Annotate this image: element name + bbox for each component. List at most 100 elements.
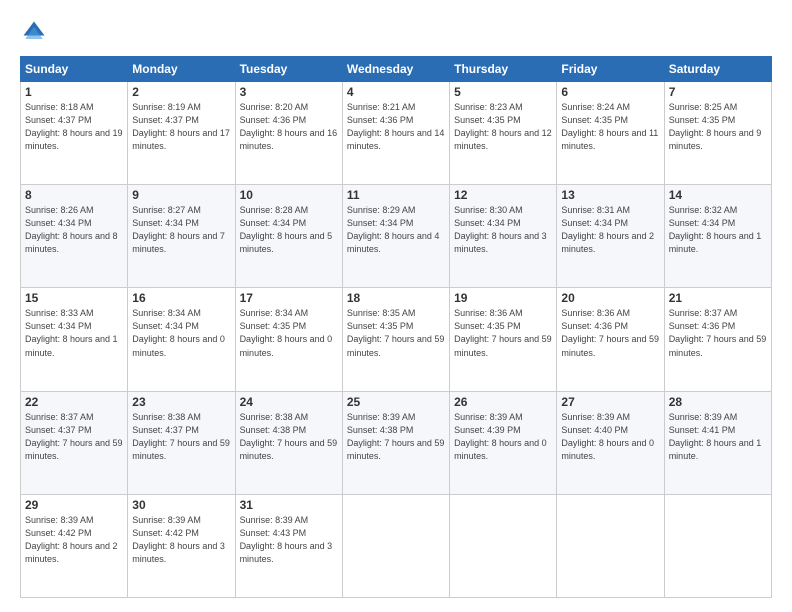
day-info: Sunrise: 8:39 AM Sunset: 4:41 PM Dayligh… [669, 411, 767, 463]
calendar-cell: 10 Sunrise: 8:28 AM Sunset: 4:34 PM Dayl… [235, 185, 342, 288]
day-info: Sunrise: 8:38 AM Sunset: 4:38 PM Dayligh… [240, 411, 338, 463]
calendar-cell: 23 Sunrise: 8:38 AM Sunset: 4:37 PM Dayl… [128, 391, 235, 494]
calendar-cell: 5 Sunrise: 8:23 AM Sunset: 4:35 PM Dayli… [450, 82, 557, 185]
calendar-cell: 6 Sunrise: 8:24 AM Sunset: 4:35 PM Dayli… [557, 82, 664, 185]
day-number: 31 [240, 498, 338, 512]
day-info: Sunrise: 8:39 AM Sunset: 4:40 PM Dayligh… [561, 411, 659, 463]
day-info: Sunrise: 8:21 AM Sunset: 4:36 PM Dayligh… [347, 101, 445, 153]
calendar-cell: 22 Sunrise: 8:37 AM Sunset: 4:37 PM Dayl… [21, 391, 128, 494]
calendar-week-5: 29 Sunrise: 8:39 AM Sunset: 4:42 PM Dayl… [21, 494, 772, 597]
day-info: Sunrise: 8:35 AM Sunset: 4:35 PM Dayligh… [347, 307, 445, 359]
calendar-cell: 12 Sunrise: 8:30 AM Sunset: 4:34 PM Dayl… [450, 185, 557, 288]
calendar-cell: 20 Sunrise: 8:36 AM Sunset: 4:36 PM Dayl… [557, 288, 664, 391]
day-info: Sunrise: 8:32 AM Sunset: 4:34 PM Dayligh… [669, 204, 767, 256]
day-number: 29 [25, 498, 123, 512]
day-number: 13 [561, 188, 659, 202]
calendar-cell: 11 Sunrise: 8:29 AM Sunset: 4:34 PM Dayl… [342, 185, 449, 288]
calendar-header-sunday: Sunday [21, 57, 128, 82]
day-info: Sunrise: 8:39 AM Sunset: 4:38 PM Dayligh… [347, 411, 445, 463]
calendar-cell: 1 Sunrise: 8:18 AM Sunset: 4:37 PM Dayli… [21, 82, 128, 185]
day-number: 26 [454, 395, 552, 409]
day-info: Sunrise: 8:25 AM Sunset: 4:35 PM Dayligh… [669, 101, 767, 153]
day-info: Sunrise: 8:27 AM Sunset: 4:34 PM Dayligh… [132, 204, 230, 256]
calendar-cell [664, 494, 771, 597]
day-info: Sunrise: 8:39 AM Sunset: 4:39 PM Dayligh… [454, 411, 552, 463]
day-info: Sunrise: 8:20 AM Sunset: 4:36 PM Dayligh… [240, 101, 338, 153]
calendar-cell: 7 Sunrise: 8:25 AM Sunset: 4:35 PM Dayli… [664, 82, 771, 185]
day-number: 18 [347, 291, 445, 305]
day-info: Sunrise: 8:39 AM Sunset: 4:42 PM Dayligh… [132, 514, 230, 566]
day-number: 20 [561, 291, 659, 305]
calendar-header-tuesday: Tuesday [235, 57, 342, 82]
calendar-cell: 16 Sunrise: 8:34 AM Sunset: 4:34 PM Dayl… [128, 288, 235, 391]
day-number: 12 [454, 188, 552, 202]
day-number: 15 [25, 291, 123, 305]
day-number: 10 [240, 188, 338, 202]
day-info: Sunrise: 8:39 AM Sunset: 4:42 PM Dayligh… [25, 514, 123, 566]
calendar-header-saturday: Saturday [664, 57, 771, 82]
day-number: 14 [669, 188, 767, 202]
day-number: 16 [132, 291, 230, 305]
day-number: 7 [669, 85, 767, 99]
calendar-week-3: 15 Sunrise: 8:33 AM Sunset: 4:34 PM Dayl… [21, 288, 772, 391]
calendar-cell: 29 Sunrise: 8:39 AM Sunset: 4:42 PM Dayl… [21, 494, 128, 597]
calendar-cell: 24 Sunrise: 8:38 AM Sunset: 4:38 PM Dayl… [235, 391, 342, 494]
calendar-cell: 21 Sunrise: 8:37 AM Sunset: 4:36 PM Dayl… [664, 288, 771, 391]
day-number: 30 [132, 498, 230, 512]
page: SundayMondayTuesdayWednesdayThursdayFrid… [0, 0, 792, 612]
day-number: 1 [25, 85, 123, 99]
calendar-cell: 9 Sunrise: 8:27 AM Sunset: 4:34 PM Dayli… [128, 185, 235, 288]
day-info: Sunrise: 8:18 AM Sunset: 4:37 PM Dayligh… [25, 101, 123, 153]
calendar-header-monday: Monday [128, 57, 235, 82]
calendar-week-4: 22 Sunrise: 8:37 AM Sunset: 4:37 PM Dayl… [21, 391, 772, 494]
day-info: Sunrise: 8:23 AM Sunset: 4:35 PM Dayligh… [454, 101, 552, 153]
calendar-week-2: 8 Sunrise: 8:26 AM Sunset: 4:34 PM Dayli… [21, 185, 772, 288]
calendar-cell: 17 Sunrise: 8:34 AM Sunset: 4:35 PM Dayl… [235, 288, 342, 391]
calendar-week-1: 1 Sunrise: 8:18 AM Sunset: 4:37 PM Dayli… [21, 82, 772, 185]
calendar-cell: 28 Sunrise: 8:39 AM Sunset: 4:41 PM Dayl… [664, 391, 771, 494]
calendar-cell: 4 Sunrise: 8:21 AM Sunset: 4:36 PM Dayli… [342, 82, 449, 185]
day-number: 23 [132, 395, 230, 409]
calendar-cell: 27 Sunrise: 8:39 AM Sunset: 4:40 PM Dayl… [557, 391, 664, 494]
calendar-cell: 26 Sunrise: 8:39 AM Sunset: 4:39 PM Dayl… [450, 391, 557, 494]
calendar-header-thursday: Thursday [450, 57, 557, 82]
day-info: Sunrise: 8:34 AM Sunset: 4:35 PM Dayligh… [240, 307, 338, 359]
logo-icon [20, 18, 48, 46]
day-info: Sunrise: 8:26 AM Sunset: 4:34 PM Dayligh… [25, 204, 123, 256]
day-number: 22 [25, 395, 123, 409]
day-number: 6 [561, 85, 659, 99]
day-info: Sunrise: 8:37 AM Sunset: 4:37 PM Dayligh… [25, 411, 123, 463]
day-info: Sunrise: 8:31 AM Sunset: 4:34 PM Dayligh… [561, 204, 659, 256]
day-number: 5 [454, 85, 552, 99]
day-number: 21 [669, 291, 767, 305]
day-info: Sunrise: 8:39 AM Sunset: 4:43 PM Dayligh… [240, 514, 338, 566]
calendar-cell: 30 Sunrise: 8:39 AM Sunset: 4:42 PM Dayl… [128, 494, 235, 597]
day-info: Sunrise: 8:28 AM Sunset: 4:34 PM Dayligh… [240, 204, 338, 256]
calendar-cell: 2 Sunrise: 8:19 AM Sunset: 4:37 PM Dayli… [128, 82, 235, 185]
day-info: Sunrise: 8:29 AM Sunset: 4:34 PM Dayligh… [347, 204, 445, 256]
calendar-header-row: SundayMondayTuesdayWednesdayThursdayFrid… [21, 57, 772, 82]
header [20, 18, 772, 46]
day-info: Sunrise: 8:37 AM Sunset: 4:36 PM Dayligh… [669, 307, 767, 359]
calendar-header-friday: Friday [557, 57, 664, 82]
day-info: Sunrise: 8:36 AM Sunset: 4:36 PM Dayligh… [561, 307, 659, 359]
day-number: 27 [561, 395, 659, 409]
calendar-cell: 19 Sunrise: 8:36 AM Sunset: 4:35 PM Dayl… [450, 288, 557, 391]
calendar-body: 1 Sunrise: 8:18 AM Sunset: 4:37 PM Dayli… [21, 82, 772, 598]
day-number: 3 [240, 85, 338, 99]
calendar-cell: 3 Sunrise: 8:20 AM Sunset: 4:36 PM Dayli… [235, 82, 342, 185]
day-info: Sunrise: 8:19 AM Sunset: 4:37 PM Dayligh… [132, 101, 230, 153]
day-number: 4 [347, 85, 445, 99]
day-number: 11 [347, 188, 445, 202]
day-number: 8 [25, 188, 123, 202]
calendar-cell: 15 Sunrise: 8:33 AM Sunset: 4:34 PM Dayl… [21, 288, 128, 391]
logo [20, 18, 52, 46]
calendar-header-wednesday: Wednesday [342, 57, 449, 82]
day-number: 2 [132, 85, 230, 99]
day-info: Sunrise: 8:36 AM Sunset: 4:35 PM Dayligh… [454, 307, 552, 359]
calendar-table: SundayMondayTuesdayWednesdayThursdayFrid… [20, 56, 772, 598]
calendar-cell: 13 Sunrise: 8:31 AM Sunset: 4:34 PM Dayl… [557, 185, 664, 288]
day-info: Sunrise: 8:30 AM Sunset: 4:34 PM Dayligh… [454, 204, 552, 256]
day-number: 17 [240, 291, 338, 305]
day-info: Sunrise: 8:33 AM Sunset: 4:34 PM Dayligh… [25, 307, 123, 359]
